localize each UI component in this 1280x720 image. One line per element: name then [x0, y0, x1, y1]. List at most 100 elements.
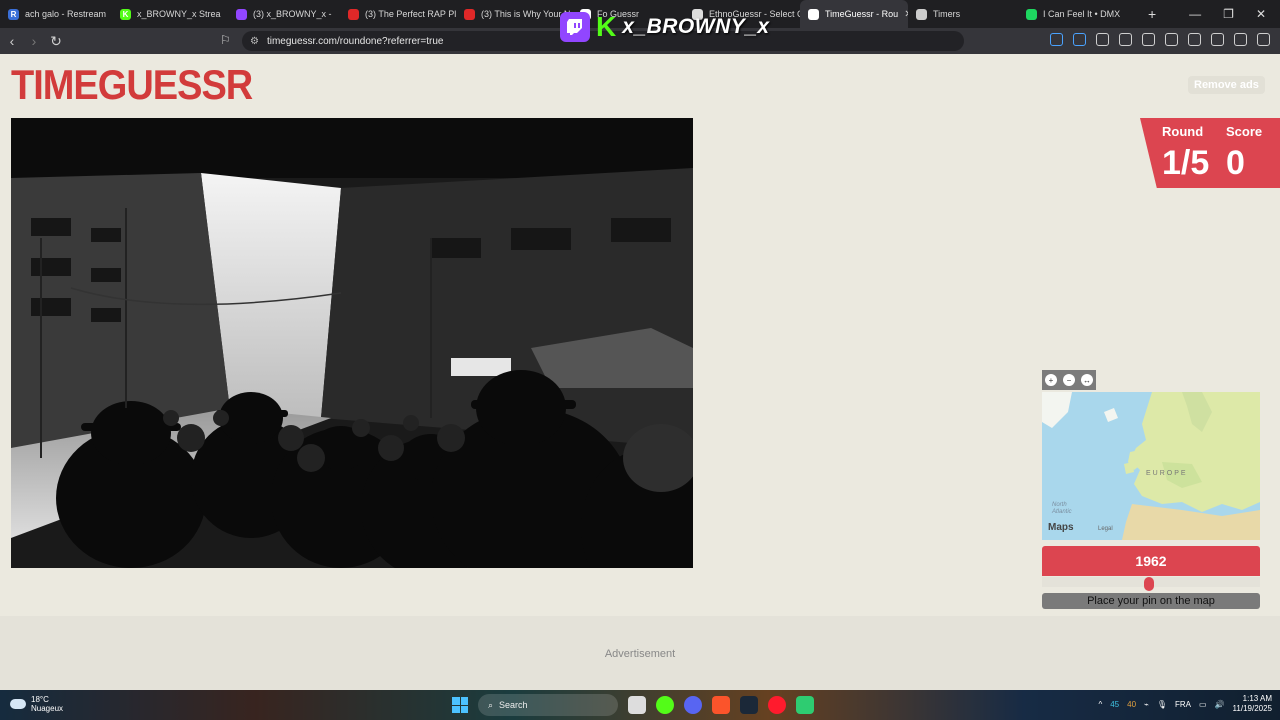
tray-indicator-b[interactable]: 40	[1127, 700, 1136, 709]
weather-condition: Nuageux	[31, 704, 64, 713]
close-window-button[interactable]: ✕	[1256, 7, 1266, 21]
time: 1:13 AM	[1242, 694, 1272, 703]
advertisement-area: Advertisement	[0, 616, 1280, 690]
window-controls: — ❐ ✕	[1189, 7, 1280, 21]
streamer-name: x_BROWNY_x	[622, 15, 770, 38]
map-container: + − ↔ EUROPE North Atlantic Maps Legal	[1042, 370, 1260, 542]
weather-widget[interactable]: 18°C Nuageux	[10, 695, 63, 713]
display-icon[interactable]: ▭	[1199, 700, 1207, 709]
browser-tab[interactable]: Kx_BROWNY_x Strea	[112, 0, 228, 28]
volume-icon[interactable]: 🔊	[1215, 700, 1225, 709]
tray-indicator-a[interactable]: 45	[1110, 700, 1119, 709]
zoom-out-icon[interactable]: −	[1063, 374, 1075, 386]
language-indicator[interactable]: FRA	[1175, 700, 1191, 709]
forward-icon[interactable]: ›	[24, 33, 44, 49]
browser-tab[interactable]: Timers	[908, 0, 1018, 28]
site-info-icon[interactable]: ⚙	[250, 36, 259, 47]
score-value: 0	[1226, 144, 1245, 182]
remove-ads-button[interactable]: Remove ads	[1188, 76, 1265, 94]
world-map[interactable]: EUROPE North Atlantic Maps Legal	[1042, 392, 1260, 540]
menu-icon[interactable]	[1257, 33, 1270, 46]
screenshot-icon[interactable]	[1119, 33, 1132, 46]
tab-title: (3) x_BROWNY_x -	[253, 9, 332, 19]
maximize-button[interactable]: ❐	[1223, 7, 1234, 21]
timeguessr-logo[interactable]: TIMEGUESSR	[11, 64, 253, 108]
browser-tab[interactable]: (3) x_BROWNY_x -	[228, 0, 340, 28]
tab-title: x_BROWNY_x Strea	[137, 9, 221, 19]
reload-icon[interactable]: ↻	[46, 33, 66, 50]
minimize-button[interactable]: —	[1189, 7, 1201, 21]
browser-tab[interactable]: (3) This is Why Your Ne	[456, 0, 572, 28]
map-toolbar: + − ↔	[1042, 370, 1096, 390]
tab-title: (3) This is Why Your Ne	[481, 9, 572, 19]
tab-title: I Can Feel It • DMX	[1043, 9, 1121, 19]
opera-icon[interactable]	[768, 696, 786, 714]
year-display: 1962	[1042, 546, 1260, 576]
puzzle-icon[interactable]	[1096, 33, 1109, 46]
music-icon[interactable]	[1142, 33, 1155, 46]
network-icon[interactable]: ⌁	[1144, 700, 1149, 709]
place-pin-button[interactable]: Place your pin on the map	[1042, 593, 1260, 609]
tab-favicon-icon	[236, 8, 247, 20]
tab-favicon-icon	[464, 8, 475, 20]
cloud-icon	[10, 699, 26, 709]
app-icon[interactable]	[796, 696, 814, 714]
tab-title: (3) The Perfect RAP Pla	[365, 9, 456, 19]
year-slider[interactable]	[1042, 577, 1260, 591]
timeguessr-page: TIMEGUESSR Remove ads Round Score 1/5 0 …	[0, 54, 1280, 690]
zoom-in-icon[interactable]: +	[1045, 374, 1057, 386]
year-slider-thumb[interactable]	[1143, 577, 1154, 591]
chevron-up-icon[interactable]: ^	[1098, 700, 1102, 709]
taskbar-apps: ⌕ Search	[452, 694, 814, 716]
extension-icon[interactable]	[1073, 33, 1086, 46]
browser-tab[interactable]: (3) The Perfect RAP Pla	[340, 0, 456, 28]
search-label: Search	[499, 700, 528, 710]
search-icon: ⌕	[488, 699, 494, 710]
round-value: 1/5	[1162, 144, 1210, 182]
extension-icon[interactable]	[1050, 33, 1063, 46]
kick-app-icon[interactable]	[656, 696, 674, 714]
taskbar-search[interactable]: ⌕ Search	[478, 694, 618, 716]
new-tab-button[interactable]: +	[1138, 6, 1166, 22]
brave-icon[interactable]	[712, 696, 730, 714]
bookmark-icon[interactable]: ⚐	[220, 33, 231, 47]
tab-favicon-icon	[916, 8, 927, 20]
system-tray: ^ 45 40 ⌁ 🎙 FRA ▭ 🔊 1:13 AM 11/19/2025	[1098, 694, 1272, 714]
browser-tab[interactable]: I Can Feel It • DMX	[1018, 0, 1138, 28]
discord-icon[interactable]	[684, 696, 702, 714]
tab-title: ach galo - Restream	[25, 9, 107, 19]
reset-view-icon[interactable]: ↔	[1081, 374, 1093, 386]
advertisement-label: Advertisement	[604, 648, 676, 660]
tab-favicon-icon	[348, 8, 359, 20]
ai-icon[interactable]	[1211, 33, 1224, 46]
extension-icons	[1050, 33, 1270, 46]
temperature: 18°C	[31, 695, 49, 704]
tab-favicon-icon: R	[8, 8, 19, 20]
url-text: timeguessr.com/roundone?referrer=true	[266, 35, 444, 47]
tab-favicon-icon	[1026, 8, 1037, 20]
tab-favicon-icon	[808, 8, 819, 20]
steam-icon[interactable]	[740, 696, 758, 714]
back-icon[interactable]: ‹	[2, 33, 22, 49]
windows-start-icon[interactable]	[452, 697, 468, 713]
score-label: Score	[1226, 124, 1263, 139]
mic-icon[interactable]: 🎙	[1157, 700, 1167, 709]
wallet-icon[interactable]	[1188, 33, 1201, 46]
street-crowd-photo	[11, 118, 693, 568]
browser-tab[interactable]: TimeGuessr - Rou✕	[800, 0, 908, 28]
sidebar-icon[interactable]	[1165, 33, 1178, 46]
clock[interactable]: 1:13 AM 11/19/2025	[1233, 694, 1272, 714]
browser-tab[interactable]: Rach galo - Restream	[0, 0, 112, 28]
map-legal-link[interactable]: Legal	[1098, 526, 1113, 532]
file-explorer-icon[interactable]	[628, 696, 646, 714]
round-photo	[11, 118, 693, 568]
date: 11/19/2025	[1232, 704, 1272, 713]
score-panel: Round Score 1/5 0	[1140, 118, 1280, 188]
apple-maps-logo: Maps	[1048, 522, 1074, 533]
tab-title: TimeGuessr - Rou	[825, 9, 899, 19]
vpn-icon[interactable]	[1234, 33, 1247, 46]
stream-overlay: K x_BROWNY_x	[560, 10, 770, 44]
twitch-icon	[560, 12, 590, 42]
europe-map	[1042, 392, 1260, 540]
round-label: Round	[1162, 124, 1204, 139]
